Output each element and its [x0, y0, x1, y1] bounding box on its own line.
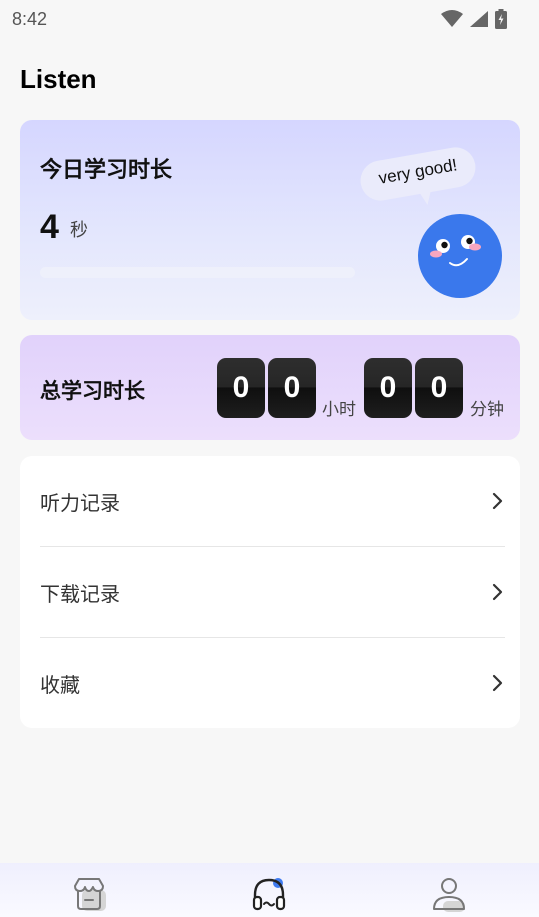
- hours-digit-tens: 0: [217, 358, 265, 418]
- cellular-signal-icon: [470, 11, 488, 27]
- hours-unit-label: 小时: [322, 400, 356, 420]
- today-study-value: 4: [40, 208, 59, 246]
- today-progress-bar: [40, 267, 355, 278]
- profile-icon[interactable]: [430, 875, 468, 913]
- store-icon[interactable]: [70, 875, 108, 913]
- menu-item-label: 下载记录: [40, 581, 120, 606]
- wifi-icon: [441, 10, 463, 27]
- total-study-card: 总学习时长 0 0 小时 0 0 分钟: [20, 335, 520, 440]
- today-study-unit: 秒: [70, 220, 88, 241]
- minutes-digit-ones: 0: [415, 358, 463, 418]
- menu-item-favorites[interactable]: 收藏: [40, 638, 505, 728]
- menu-item-label: 收藏: [40, 672, 80, 697]
- page-title: Listen: [20, 64, 97, 94]
- total-study-title: 总学习时长: [40, 379, 145, 403]
- today-study-title: 今日学习时长: [40, 158, 173, 183]
- menu-item-label: 听力记录: [40, 490, 120, 515]
- smiley-mascot-icon: [418, 214, 502, 298]
- menu-item-listening-history[interactable]: 听力记录: [40, 456, 505, 546]
- menu-card: 听力记录 下载记录 收藏: [20, 456, 520, 728]
- minutes-unit-label: 分钟: [470, 400, 504, 420]
- chevron-right-icon: [492, 674, 503, 692]
- status-bar: 8:42: [0, 0, 539, 38]
- headphones-icon[interactable]: [250, 875, 288, 913]
- today-study-card: 今日学习时长 4 秒 very good!: [20, 120, 520, 320]
- status-icons: [441, 9, 507, 29]
- battery-icon: [495, 9, 507, 29]
- chevron-right-icon: [492, 583, 503, 601]
- bottom-nav: [0, 863, 539, 917]
- chevron-right-icon: [492, 492, 503, 510]
- status-time: 8:42: [12, 8, 48, 29]
- minutes-digit-tens: 0: [364, 358, 412, 418]
- hours-digit-ones: 0: [268, 358, 316, 418]
- menu-item-download-history[interactable]: 下载记录: [40, 547, 505, 637]
